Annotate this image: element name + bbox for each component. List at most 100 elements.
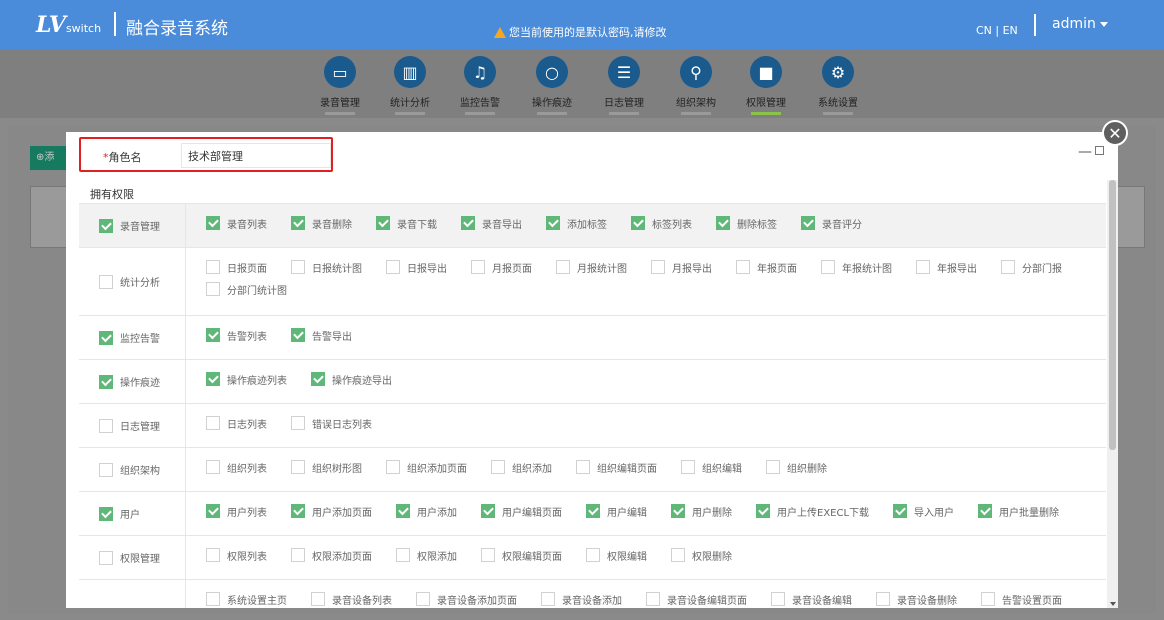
- permission-checkbox[interactable]: 录音设备添加页面: [416, 588, 517, 608]
- checkbox-icon[interactable]: [491, 460, 505, 474]
- checkbox-icon[interactable]: [99, 462, 113, 477]
- permission-checkbox[interactable]: 录音设备添加: [541, 588, 622, 608]
- checkbox-icon[interactable]: [471, 260, 485, 274]
- checkbox-icon[interactable]: [291, 216, 305, 230]
- permission-checkbox[interactable]: 录音评分: [801, 212, 862, 234]
- permission-checkbox[interactable]: 导入用户: [893, 500, 954, 522]
- checkbox-icon[interactable]: [541, 592, 555, 606]
- permission-checkbox[interactable]: 分部门报: [1001, 256, 1062, 278]
- checkbox-icon[interactable]: [576, 460, 590, 474]
- permission-checkbox[interactable]: 录音导出: [461, 212, 522, 234]
- permission-checkbox[interactable]: 录音设备编辑页面: [646, 588, 747, 608]
- permission-checkbox[interactable]: 录音列表: [206, 212, 267, 234]
- permission-checkbox[interactable]: 组织编辑: [681, 456, 742, 478]
- checkbox-icon[interactable]: [311, 372, 325, 386]
- permission-checkbox[interactable]: 删除标签: [716, 212, 777, 234]
- module-checkbox[interactable]: 日志管理: [79, 404, 186, 447]
- permission-checkbox[interactable]: 告警设置页面: [981, 588, 1062, 608]
- close-icon[interactable]: ✕: [1102, 120, 1128, 146]
- permission-checkbox[interactable]: 组织树形图: [291, 456, 362, 478]
- permission-checkbox[interactable]: 组织编辑页面: [576, 456, 657, 478]
- module-checkbox[interactable]: 组织架构: [79, 448, 186, 491]
- checkbox-icon[interactable]: [99, 274, 113, 289]
- permission-checkbox[interactable]: 添加标签: [546, 212, 607, 234]
- checkbox-icon[interactable]: [671, 504, 685, 518]
- nav-item-2[interactable]: ♫ 监控告警: [450, 56, 510, 115]
- maximize-icon[interactable]: [1095, 146, 1104, 155]
- permission-checkbox[interactable]: 错误日志列表: [291, 412, 372, 434]
- permission-checkbox[interactable]: 录音设备列表: [311, 588, 392, 608]
- checkbox-icon[interactable]: [291, 416, 305, 430]
- permission-checkbox[interactable]: 月报统计图: [556, 256, 627, 278]
- permission-checkbox[interactable]: 用户列表: [206, 500, 267, 522]
- module-checkbox[interactable]: 监控告警: [79, 316, 186, 359]
- nav-item-6[interactable]: ■ 权限管理: [736, 56, 796, 115]
- permission-checkbox[interactable]: 日志列表: [206, 412, 267, 434]
- checkbox-icon[interactable]: [206, 548, 220, 562]
- module-checkbox[interactable]: 录音管理: [79, 204, 186, 247]
- module-checkbox[interactable]: 统计分析: [79, 248, 186, 315]
- permission-checkbox[interactable]: 年报导出: [916, 256, 977, 278]
- checkbox-icon[interactable]: [99, 506, 113, 521]
- checkbox-icon[interactable]: [396, 504, 410, 518]
- permission-checkbox[interactable]: 权限添加: [396, 544, 457, 566]
- permission-checkbox[interactable]: 权限列表: [206, 544, 267, 566]
- checkbox-icon[interactable]: [771, 592, 785, 606]
- permission-checkbox[interactable]: 权限编辑: [586, 544, 647, 566]
- checkbox-icon[interactable]: [206, 372, 220, 386]
- checkbox-icon[interactable]: [821, 260, 835, 274]
- checkbox-icon[interactable]: [206, 504, 220, 518]
- permission-checkbox[interactable]: 操作痕迹列表: [206, 368, 287, 390]
- checkbox-icon[interactable]: [651, 260, 665, 274]
- permission-checkbox[interactable]: 日报页面: [206, 256, 267, 278]
- checkbox-icon[interactable]: [876, 592, 890, 606]
- checkbox-icon[interactable]: [916, 260, 930, 274]
- permission-checkbox[interactable]: 权限编辑页面: [481, 544, 562, 566]
- checkbox-icon[interactable]: [1001, 260, 1015, 274]
- module-checkbox[interactable]: 用户: [79, 492, 186, 535]
- checkbox-icon[interactable]: [99, 374, 113, 389]
- checkbox-icon[interactable]: [671, 548, 685, 562]
- checkbox-icon[interactable]: [291, 460, 305, 474]
- checkbox-icon[interactable]: [736, 260, 750, 274]
- permission-checkbox[interactable]: 告警列表: [206, 324, 267, 346]
- checkbox-icon[interactable]: [311, 592, 325, 606]
- permission-checkbox[interactable]: 年报统计图: [821, 256, 892, 278]
- nav-item-4[interactable]: ☰ 日志管理: [594, 56, 654, 115]
- checkbox-icon[interactable]: [681, 460, 695, 474]
- checkbox-icon[interactable]: [546, 216, 560, 230]
- permission-checkbox[interactable]: 用户批量删除: [978, 500, 1059, 522]
- permission-checkbox[interactable]: 告警导出: [291, 324, 352, 346]
- password-warning[interactable]: 您当前使用的是默认密码,请修改: [494, 24, 667, 40]
- role-name-input[interactable]: [181, 143, 331, 168]
- checkbox-icon[interactable]: [206, 416, 220, 430]
- permission-checkbox[interactable]: 用户添加: [396, 500, 457, 522]
- permission-checkbox[interactable]: 用户添加页面: [291, 500, 372, 522]
- checkbox-icon[interactable]: [481, 548, 495, 562]
- checkbox-icon[interactable]: [481, 504, 495, 518]
- user-menu[interactable]: admin: [1052, 16, 1108, 32]
- checkbox-icon[interactable]: [206, 260, 220, 274]
- checkbox-icon[interactable]: [461, 216, 475, 230]
- checkbox-icon[interactable]: [206, 592, 220, 606]
- checkbox-icon[interactable]: [556, 260, 570, 274]
- permission-checkbox[interactable]: 日报导出: [386, 256, 447, 278]
- permission-checkbox[interactable]: 权限添加页面: [291, 544, 372, 566]
- permission-checkbox[interactable]: 系统设置主页: [206, 588, 287, 608]
- permission-checkbox[interactable]: 组织添加: [491, 456, 552, 478]
- permission-checkbox[interactable]: 组织添加页面: [386, 456, 467, 478]
- permission-checkbox[interactable]: 用户编辑: [586, 500, 647, 522]
- nav-item-1[interactable]: ▥ 统计分析: [380, 56, 440, 115]
- language-switch[interactable]: CN | EN: [976, 24, 1018, 37]
- permission-checkbox[interactable]: 分部门统计图: [206, 278, 287, 300]
- checkbox-icon[interactable]: [291, 504, 305, 518]
- checkbox-icon[interactable]: [978, 504, 993, 518]
- checkbox-icon[interactable]: [206, 460, 220, 474]
- checkbox-icon[interactable]: [99, 218, 113, 233]
- checkbox-icon[interactable]: [386, 460, 400, 474]
- checkbox-icon[interactable]: [631, 216, 645, 230]
- checkbox-icon[interactable]: [756, 504, 770, 518]
- permission-checkbox[interactable]: 用户删除: [671, 500, 732, 522]
- checkbox-icon[interactable]: [716, 216, 730, 230]
- nav-item-3[interactable]: ○ 操作痕迹: [522, 56, 582, 115]
